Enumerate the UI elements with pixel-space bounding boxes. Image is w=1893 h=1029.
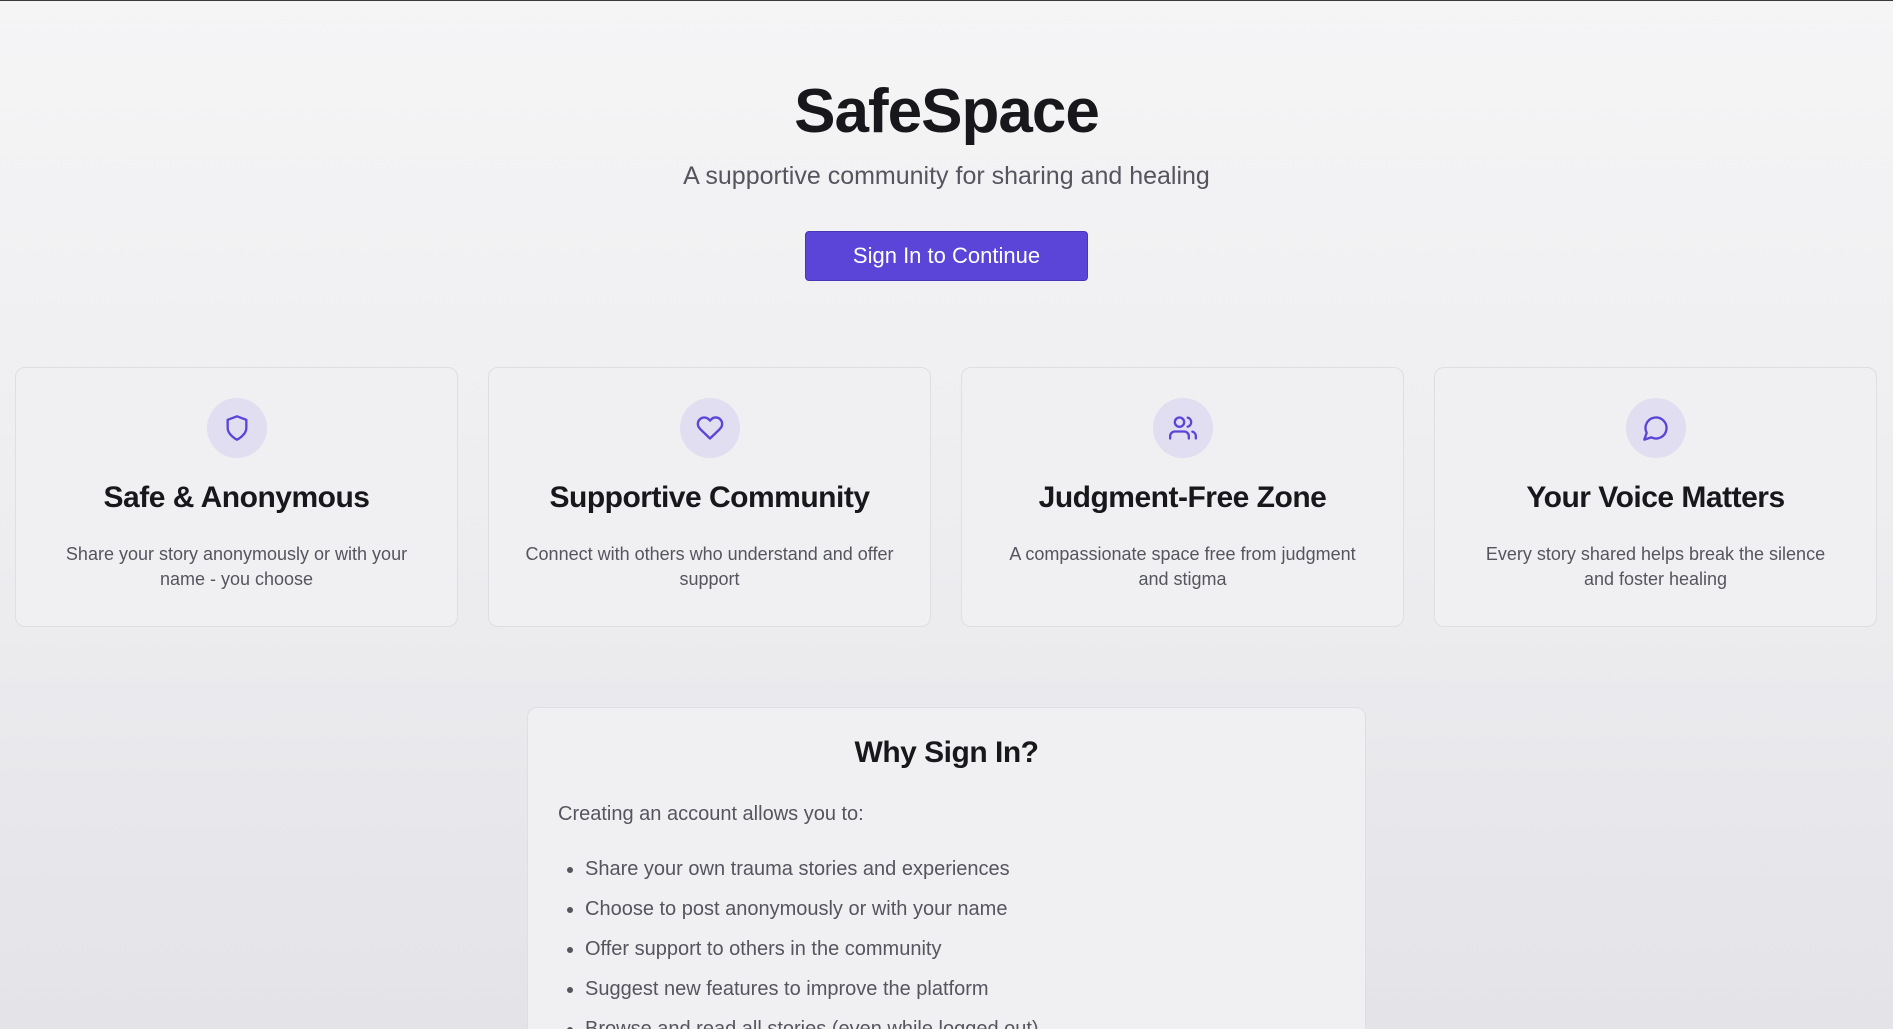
shield-icon (206, 398, 267, 458)
users-icon (1152, 398, 1213, 458)
message-circle-icon (1625, 398, 1686, 458)
feature-card-your-voice: Your Voice Matters Every story shared he… (1434, 367, 1877, 627)
benefits-list: Share your own trauma stories and experi… (558, 849, 1335, 1029)
feature-card-judgment-free: Judgment-Free Zone A compassionate space… (961, 367, 1404, 627)
page-subtitle: A supportive community for sharing and h… (683, 162, 1210, 190)
why-sign-in-intro: Creating an account allows you to: (558, 803, 864, 825)
feature-title: Your Voice Matters (1526, 481, 1785, 514)
list-item: Choose to post anonymously or with your … (585, 889, 1335, 929)
page-title: SafeSpace (794, 77, 1100, 146)
feature-title: Safe & Anonymous (103, 481, 370, 514)
why-sign-in-card: Why Sign In? Creating an account allows … (527, 707, 1366, 1029)
feature-description: A compassionate space free from judgment… (1009, 544, 1356, 589)
list-item: Browse and read all stories (even while … (585, 1009, 1335, 1029)
list-item: Suggest new features to improve the plat… (585, 969, 1335, 1009)
list-item: Offer support to others in the community (585, 929, 1335, 969)
feature-title: Judgment-Free Zone (1038, 481, 1327, 514)
sign-in-button[interactable]: Sign In to Continue (805, 231, 1088, 281)
hero-section: SafeSpace A supportive community for sha… (0, 1, 1893, 281)
feature-card-supportive-community: Supportive Community Connect with others… (488, 367, 931, 627)
feature-description: Connect with others who understand and o… (525, 544, 894, 589)
feature-title: Supportive Community (549, 481, 870, 514)
feature-description: Share your story anonymously or with you… (65, 544, 408, 589)
feature-card-safe-anonymous: Safe & Anonymous Share your story anonym… (15, 367, 458, 627)
feature-description: Every story shared helps break the silen… (1485, 544, 1826, 589)
feature-cards: Safe & Anonymous Share your story anonym… (15, 367, 1877, 627)
heart-icon (679, 398, 740, 458)
why-sign-in-title: Why Sign In? (854, 736, 1039, 769)
list-item: Share your own trauma stories and experi… (585, 849, 1335, 889)
